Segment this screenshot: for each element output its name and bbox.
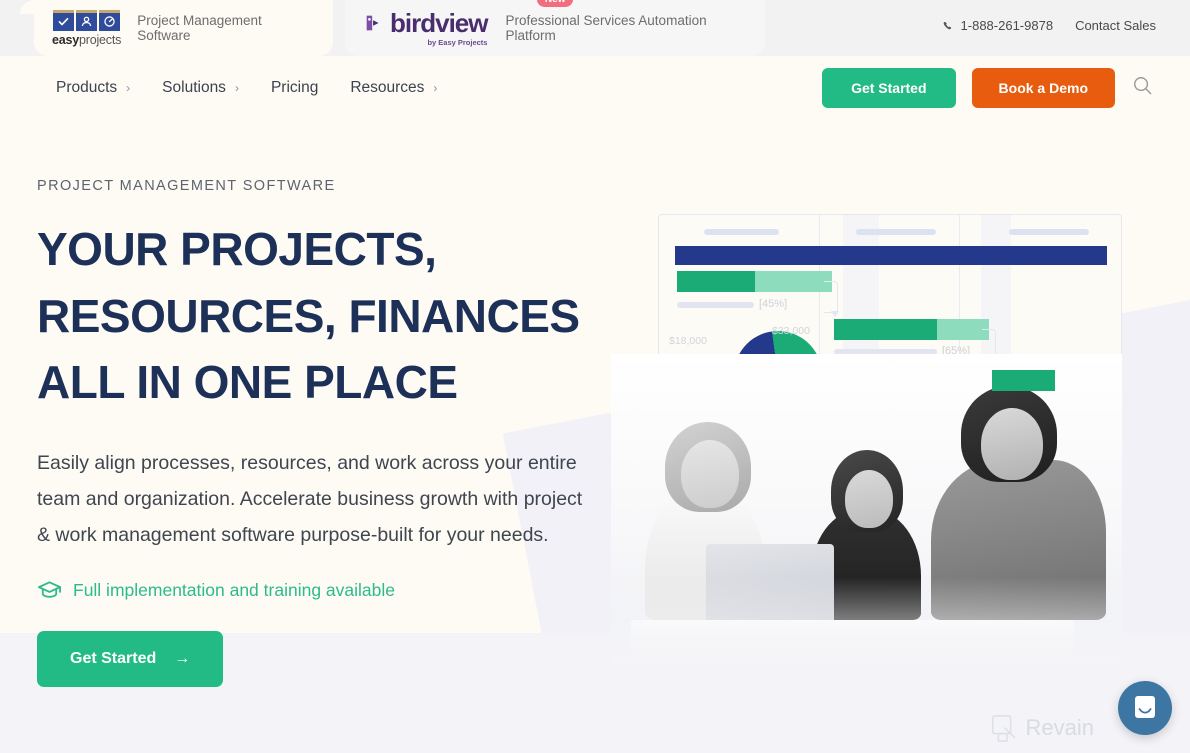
gantt-connector bbox=[824, 281, 838, 313]
hero-content: PROJECT MANAGEMENT SOFTWARE YOUR PROJECT… bbox=[37, 178, 637, 687]
nav-label-solutions: Solutions bbox=[162, 79, 226, 96]
hero-get-started-button[interactable]: Get Started → bbox=[37, 630, 224, 687]
check-icon bbox=[53, 9, 75, 31]
gantt-label-45: [45%] bbox=[759, 298, 788, 310]
clock-icon bbox=[99, 9, 121, 31]
new-badge: New bbox=[536, 0, 574, 7]
gantt-bar-1 bbox=[677, 271, 832, 292]
nav-label-products: Products bbox=[56, 79, 118, 96]
hero-cta-label: Get Started bbox=[70, 649, 157, 667]
nav-label-resources: Resources bbox=[350, 79, 425, 96]
header-actions: Get Started Book a Demo bbox=[822, 68, 1154, 108]
hero-image: [45%] [65%] $18,000 $33,000 $12,000 bbox=[611, 214, 1122, 664]
dashboard-navy-bar bbox=[675, 246, 1107, 265]
nav-item-pricing[interactable]: Pricing bbox=[271, 79, 318, 97]
easyprojects-logo-icons bbox=[53, 9, 121, 31]
nav-item-resources[interactable]: Resources › bbox=[350, 79, 437, 97]
phone-number: 1-888-261-9878 bbox=[960, 18, 1054, 33]
person-icon bbox=[76, 9, 98, 31]
hero-eyebrow: PROJECT MANAGEMENT SOFTWARE bbox=[37, 178, 336, 194]
nav-items: Products › Solutions › Pricing Resources… bbox=[56, 79, 437, 97]
gantt-bar-2 bbox=[834, 319, 989, 340]
page-root: easyprojects Project Management Software… bbox=[0, 0, 1190, 753]
birdview-logo-row: birdview bbox=[363, 7, 488, 38]
dashboard-header-placeholder bbox=[856, 229, 936, 235]
hero-note: Full implementation and training availab… bbox=[37, 580, 637, 601]
nav-item-solutions[interactable]: Solutions › bbox=[162, 79, 239, 97]
tab-birdview-tagline: Professional Services Automation Platfor… bbox=[505, 13, 707, 43]
contact-sales-link[interactable]: Contact Sales bbox=[1075, 18, 1156, 33]
team-photo bbox=[611, 354, 1122, 664]
chevron-right-icon: › bbox=[433, 81, 438, 95]
wordmark-light: projects bbox=[79, 32, 122, 47]
hero-heading-line-2: RESOURCES, FINANCES bbox=[37, 289, 580, 342]
utility-bar: 1-888-261-9878 Contact Sales bbox=[942, 18, 1156, 33]
birdview-sub-wordmark: by Easy Projects bbox=[427, 37, 488, 47]
dashboard-header-placeholder bbox=[1009, 229, 1089, 235]
tab-strip-left-corner bbox=[0, 0, 34, 56]
graduation-cap-icon bbox=[38, 581, 61, 598]
tab-easyprojects-tagline: Project Management Software bbox=[137, 13, 262, 43]
hero-heading-line-3: ALL IN ONE PLACE bbox=[37, 356, 458, 409]
easyprojects-wordmark: easyprojects bbox=[52, 33, 121, 47]
nav-item-products[interactable]: Products › bbox=[56, 79, 130, 97]
wordmark-bold: easy bbox=[52, 32, 80, 47]
birdview-mark-icon bbox=[366, 15, 379, 30]
gantt-subline bbox=[677, 302, 754, 308]
hero-heading-line-1: YOUR PROJECTS, bbox=[37, 223, 437, 275]
phone-icon bbox=[943, 21, 951, 29]
birdview-wordmark: birdview bbox=[390, 7, 488, 38]
chevron-right-icon: › bbox=[126, 81, 131, 95]
nav-label-pricing: Pricing bbox=[270, 79, 319, 96]
revain-watermark: Revain bbox=[990, 713, 1094, 743]
book-demo-button[interactable]: Book a Demo bbox=[971, 68, 1115, 108]
chevron-right-icon: › bbox=[234, 81, 239, 95]
gantt-bar-completed bbox=[992, 370, 1055, 391]
donut-label-33000: $33,000 bbox=[772, 325, 810, 337]
revain-label: Revain bbox=[1025, 715, 1094, 740]
main-navigation: Products › Solutions › Pricing Resources… bbox=[0, 60, 1190, 116]
revain-logo-icon bbox=[991, 715, 1015, 742]
easyprojects-logo: easyprojects bbox=[52, 9, 121, 47]
hero-paragraph: Easily align processes, resources, and w… bbox=[37, 452, 583, 546]
gantt-bar-completed bbox=[677, 271, 755, 292]
tab-birdview[interactable]: birdview by Easy Projects New Profession… bbox=[345, 0, 765, 56]
arrow-right-icon: → bbox=[174, 649, 191, 667]
donut-label-18000: $18,000 bbox=[669, 335, 707, 347]
birdview-logo: birdview by Easy Projects New bbox=[363, 0, 574, 47]
tab-easyprojects[interactable]: easyprojects Project Management Software bbox=[34, 0, 333, 56]
search-icon[interactable] bbox=[1131, 74, 1154, 102]
header-get-started-button[interactable]: Get Started bbox=[822, 68, 956, 108]
photo-fade-overlay bbox=[611, 354, 1122, 664]
gantt-bar-completed bbox=[834, 319, 937, 340]
phone-link[interactable]: 1-888-261-9878 bbox=[942, 18, 1054, 33]
chat-bubble-icon bbox=[1135, 696, 1155, 718]
page-title: YOUR PROJECTS, RESOURCES, FINANCES ALL I… bbox=[37, 216, 637, 416]
dashboard-header-placeholder bbox=[704, 229, 779, 235]
hero-note-label: Full implementation and training availab… bbox=[73, 579, 395, 600]
chat-launcher-button[interactable] bbox=[1118, 681, 1172, 735]
gantt-arrow-icon bbox=[831, 311, 839, 317]
